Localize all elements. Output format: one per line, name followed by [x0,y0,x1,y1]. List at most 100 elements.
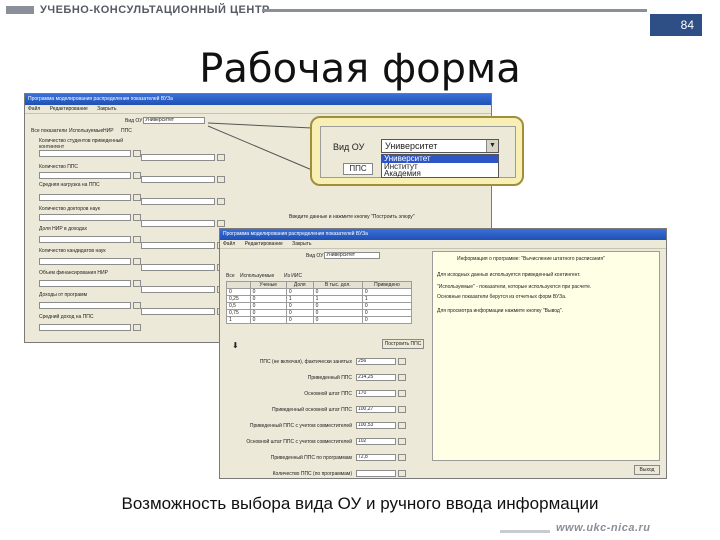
row-button[interactable] [133,302,141,309]
zoom-pps-tab[interactable]: ППС [343,163,373,175]
table-cell[interactable]: 0 [249,295,287,303]
row-button[interactable] [133,214,141,221]
table-cell[interactable]: 0,25 [226,295,251,303]
row-input[interactable] [39,324,131,331]
form-value[interactable]: 100,27 [356,406,396,413]
row-input[interactable] [39,194,131,201]
row-input[interactable] [141,308,215,315]
row-input[interactable] [141,220,215,227]
row-input[interactable] [39,280,131,287]
table-cell[interactable]: 0 [226,288,251,296]
exit-button[interactable]: Выход [634,465,660,475]
row-input[interactable] [141,242,215,249]
menu-item-close[interactable]: Закрыть [97,106,116,112]
menu-item-file[interactable]: Файл [28,106,40,112]
row-input[interactable] [39,150,131,157]
menu-item-edit[interactable]: Редактирование [50,106,88,112]
table-cell[interactable]: 0 [249,309,287,317]
form-value[interactable]: 102 [356,438,396,445]
table-cell[interactable]: 0 [285,302,314,310]
form-value[interactable]: 256 [356,358,396,365]
row-button[interactable] [217,198,225,205]
chevron-down-icon[interactable]: ▼ [486,140,498,152]
tab-all[interactable]: Все [226,273,235,279]
row-input[interactable] [39,258,131,265]
tab-pps[interactable]: ППС [121,128,132,134]
row-button[interactable] [133,194,141,201]
table-cell[interactable]: 0 [249,288,287,296]
form-value[interactable]: 100,53 [356,422,396,429]
table-cell[interactable]: 0,5 [226,302,251,310]
tab-nir[interactable]: НИР [103,128,114,134]
tab-used[interactable]: Используемые [240,273,274,279]
row-input[interactable] [141,198,215,205]
build-pps-button[interactable]: Построить ППС [382,339,424,349]
option-academy[interactable]: Академия [382,170,498,178]
row-button[interactable] [217,154,225,161]
table-cell[interactable]: 1 [361,295,413,303]
table-cell[interactable]: 1 [285,295,314,303]
menu-bar: Файл Редактирование Закрыть [25,105,491,114]
form-button[interactable] [398,358,406,365]
form-value[interactable]: 72,8 [356,454,396,461]
table-cell[interactable]: 0 [361,309,413,317]
form-button[interactable] [398,390,406,397]
down-arrow-icon[interactable]: ⬇ [232,341,239,350]
form-button[interactable] [398,470,406,477]
tab-used[interactable]: Используемые [69,128,103,134]
table-cell[interactable]: 0 [312,302,363,310]
row-button[interactable] [217,176,225,183]
form-button[interactable] [398,374,406,381]
table-cell[interactable]: 0 [312,288,363,296]
row-input[interactable] [141,154,215,161]
ou-type-select[interactable]: Университет [324,252,380,259]
form-value[interactable]: 214,25 [356,374,396,381]
table-row[interactable]: 0,75 0 0 0 0 [226,309,413,317]
row-input[interactable] [141,176,215,183]
table-row[interactable]: 0,25 0 1 1 1 [226,295,413,303]
table-cell[interactable]: 0,75 [226,309,251,317]
table-cell[interactable]: 0 [285,309,314,317]
row-button[interactable] [133,150,141,157]
table-row[interactable]: 0 0 0 0 0 [226,288,413,296]
ou-type-select[interactable]: Университет [143,117,205,124]
row-input[interactable] [39,214,131,221]
info-line: Информация о программе: "Вычисление штат… [457,256,605,262]
table-row[interactable]: 1 0 0 0 0 [226,316,413,324]
table-cell[interactable]: 0 [249,302,287,310]
form-button[interactable] [398,422,406,429]
table-cell[interactable]: 0 [285,288,314,296]
row-input[interactable] [141,264,215,271]
tab-all[interactable]: Все показатели [31,128,67,134]
row-button[interactable] [133,258,141,265]
row-input[interactable] [39,172,131,179]
row-input[interactable] [39,236,131,243]
table-cell[interactable]: 0 [312,316,363,324]
row-button[interactable] [133,172,141,179]
table-cell[interactable]: 1 [312,295,363,303]
menu-item-close[interactable]: Закрыть [292,241,311,247]
form-value[interactable]: 170 [356,390,396,397]
table-row[interactable]: 0,5 0 0 0 0 [226,302,413,310]
form-value[interactable] [356,470,396,477]
form-button[interactable] [398,454,406,461]
row-button[interactable] [133,324,141,331]
table-cell[interactable]: 1 [226,316,251,324]
table-cell[interactable]: 0 [312,309,363,317]
row-button[interactable] [217,220,225,227]
row-input[interactable] [39,302,131,309]
row-button[interactable] [133,280,141,287]
menu-item-edit[interactable]: Редактирование [245,241,283,247]
table-cell[interactable]: 0 [361,302,413,310]
ou-type-dropdown[interactable]: Университет ▼ [381,139,499,153]
form-button[interactable] [398,406,406,413]
row-input[interactable] [141,286,215,293]
table-cell[interactable]: 0 [285,316,314,324]
form-button[interactable] [398,438,406,445]
table-cell[interactable]: 0 [361,316,413,324]
row-button[interactable] [133,236,141,243]
menu-item-file[interactable]: Файл [223,241,235,247]
table-cell[interactable]: 0 [249,316,287,324]
tab-iis[interactable]: Из ИИС [284,273,302,279]
table-cell[interactable]: 0 [361,288,413,296]
